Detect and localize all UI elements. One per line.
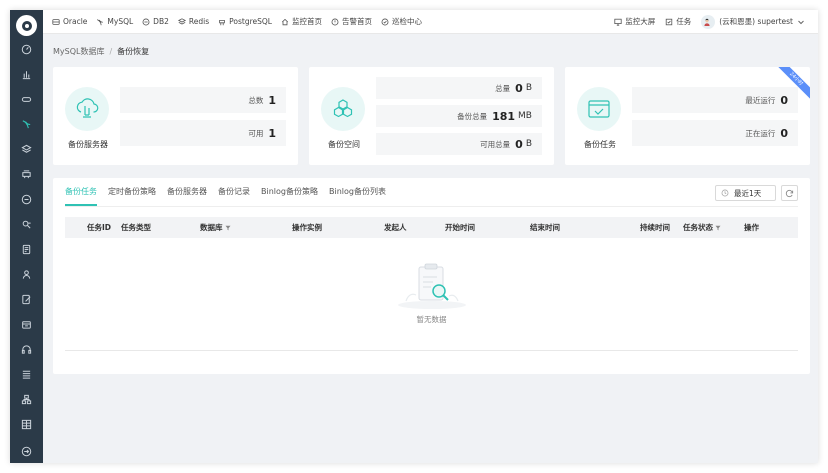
space-backup-total-box: 备份总量 181 MB	[376, 105, 542, 127]
space-available-total-box: 可用总量 0 B	[376, 133, 542, 155]
card-title: 备份任务	[584, 140, 616, 149]
server-available-box: 可用 1	[120, 120, 286, 146]
breadcrumb-current: 备份恢复	[117, 47, 150, 56]
empty-text: 暂无数据	[416, 315, 447, 324]
breadcrumb-parent[interactable]: MySQL数据库	[53, 46, 104, 57]
filter-icon	[225, 225, 230, 230]
archive-icon[interactable]	[10, 315, 43, 333]
edit-doc-icon[interactable]	[10, 290, 43, 308]
task-icon	[666, 18, 673, 25]
col-start-time: 开始时间	[445, 223, 475, 232]
card-title: 备份服务器	[68, 140, 108, 149]
user-menu[interactable]: (云和恩墨) supertest	[701, 14, 808, 29]
settings-group-icon[interactable]	[10, 215, 43, 233]
tab-binlog-list[interactable]: Binlog备份列表	[329, 178, 386, 206]
app-frame: Oracle MySQL DB2 Redis PostgreSQL 监控首页 告…	[10, 10, 818, 463]
table-header: 任务ID 任务类型 数据库 操作实例 发起人 开始时间 结束时间 持续时间 任务…	[65, 217, 798, 238]
panel-tabs: 备份任务 定时备份策略 备份服务器 备份记录 Binlog备份策略 Binlog…	[65, 178, 397, 206]
sidebar	[10, 10, 43, 463]
col-database[interactable]: 数据库	[200, 217, 231, 238]
nav-postgresql[interactable]: PostgreSQL	[218, 17, 272, 26]
tabs-divider	[65, 206, 798, 207]
tab-backup-tasks[interactable]: 备份任务	[65, 178, 97, 206]
col-task-type: 任务类型	[121, 223, 151, 232]
task-running-box: 正在运行 0	[632, 120, 798, 146]
chevron-down-icon	[798, 20, 804, 24]
bar-chart-icon[interactable]	[10, 65, 43, 83]
refresh-button[interactable]	[781, 185, 798, 201]
nav-alert-home[interactable]: 告警首页	[331, 16, 372, 27]
nav-redis[interactable]: Redis	[177, 17, 209, 26]
nav-mysql[interactable]: MySQL	[96, 17, 133, 26]
empty-clipboard-icon	[397, 263, 466, 309]
nav-inspection-center[interactable]: 巡检中心	[381, 16, 422, 27]
breadcrumb-separator: /	[109, 47, 113, 56]
server-total-value: 1	[268, 93, 276, 107]
db-badge-icon[interactable]	[10, 190, 43, 208]
backup-server-card: 备份服务器 总数 1 可用 1	[53, 67, 298, 165]
server-cloud-icon	[65, 87, 109, 131]
alert-icon	[331, 18, 339, 25]
clock-icon	[721, 189, 729, 197]
empty-state: 暂无数据	[53, 253, 810, 325]
col-actions: 操作	[744, 223, 759, 232]
col-task-id: 任务ID	[87, 223, 112, 232]
cubes-icon	[321, 87, 365, 131]
backup-space-card: 备份空间 总量 0 B 备份总量 181 MB 可用总量 0 B	[309, 67, 554, 165]
table-icon[interactable]	[10, 415, 43, 433]
inspection-icon	[381, 18, 389, 25]
nav-monitor-home[interactable]: 监控首页	[281, 16, 322, 27]
task-window-icon	[577, 87, 621, 131]
table-bottom-divider	[65, 350, 798, 351]
dashboard-icon[interactable]	[10, 40, 43, 58]
tasks-link[interactable]: 任务	[665, 16, 691, 27]
breadcrumb: MySQL数据库 / 备份恢复	[53, 46, 149, 57]
col-instance: 操作实例	[292, 223, 322, 232]
mysql-icon[interactable]	[10, 115, 43, 133]
time-range-button[interactable]: 最近1天	[715, 185, 776, 201]
card-title: 备份空间	[328, 140, 360, 149]
top-nav: Oracle MySQL DB2 Redis PostgreSQL 监控首页 告…	[43, 10, 818, 34]
home-icon	[281, 18, 289, 25]
task-recent-box: 最近运行 0	[632, 87, 798, 113]
backup-task-card: 24小时 备份任务 最近运行 0 正在运行 0	[565, 67, 810, 165]
logout-icon[interactable]	[10, 442, 43, 460]
space-total-box: 总量 0 B	[376, 77, 542, 99]
backup-panel: 备份任务 定时备份策略 备份服务器 备份记录 Binlog备份策略 Binlog…	[53, 178, 810, 374]
col-initiator: 发起人	[384, 223, 407, 232]
report-icon[interactable]	[10, 240, 43, 258]
tab-scheduled-backup-policy[interactable]: 定时备份策略	[108, 178, 156, 206]
col-end-time: 结束时间	[530, 223, 560, 232]
tab-backup-records[interactable]: 备份记录	[218, 178, 250, 206]
org-icon[interactable]	[10, 390, 43, 408]
server-available-value: 1	[268, 126, 276, 140]
redis-nav-icon	[177, 17, 186, 24]
filter-icon	[715, 225, 721, 230]
redis-icon[interactable]	[10, 165, 43, 183]
tab-binlog-policy[interactable]: Binlog备份策略	[261, 178, 318, 206]
user-avatar-icon	[704, 18, 710, 26]
monitor-screen-link[interactable]: 监控大屏	[614, 16, 655, 27]
users-icon[interactable]	[10, 265, 43, 283]
nav-oracle[interactable]: Oracle	[52, 17, 87, 26]
capsule-icon[interactable]	[10, 90, 43, 108]
tab-backup-servers[interactable]: 备份服务器	[167, 178, 207, 206]
col-task-status[interactable]: 任务状态	[683, 217, 721, 238]
list-icon[interactable]	[10, 365, 43, 383]
app-logo[interactable]	[16, 15, 37, 36]
col-duration: 持续时间	[640, 223, 670, 232]
refresh-icon	[785, 189, 794, 197]
avatar	[701, 14, 716, 29]
oracle-icon	[52, 18, 60, 25]
mysql-nav-icon	[97, 18, 104, 25]
headset-icon[interactable]	[10, 340, 43, 358]
monitor-icon	[614, 18, 622, 26]
server-total-box: 总数 1	[120, 87, 286, 113]
layers-icon[interactable]	[10, 140, 43, 158]
postgresql-icon	[219, 19, 225, 25]
nav-db2[interactable]: DB2	[142, 17, 169, 26]
db2-icon	[142, 18, 150, 25]
